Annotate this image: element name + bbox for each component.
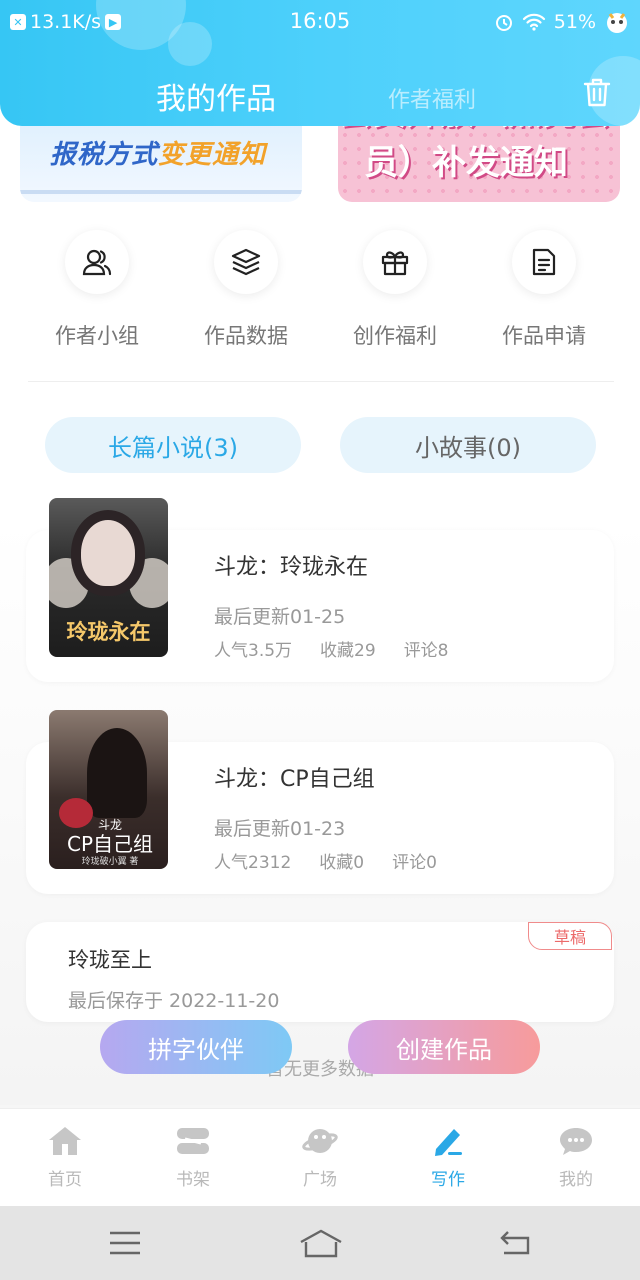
quick-work-apply[interactable]: 作品申请 [474,230,614,350]
tab-home[interactable]: 首页 [15,1123,115,1190]
page-body: 报税方式变更通知 会员开放（点亮会 员）补发通知 作者小组 [0,0,640,1105]
gift-icon [363,230,427,294]
system-navigation-bar [0,1206,640,1280]
draft-saved-time: 最后保存于 2022-11-20 [68,990,280,1012]
chat-bubble-icon [556,1123,596,1159]
layers-icon [214,230,278,294]
book-comments: 评论0 [392,853,437,873]
bottom-tab-bar: 首页 书架 广场 写作 我的 [0,1108,640,1207]
tab-my-works[interactable]: 我的作品 [156,74,276,118]
people-icon [65,230,129,294]
book-popularity: 人气3.5万 [214,641,293,661]
quick-label: 创作福利 [353,324,437,348]
book-favorites: 收藏29 [320,641,376,661]
banner-stripe [20,190,302,194]
banner-tax-text: 报税方式变更通知 [50,140,267,170]
tab-label: 广场 [303,1170,337,1190]
tab-label: 我的 [559,1170,593,1190]
battery-level: 51% [553,11,596,33]
document-icon [512,230,576,294]
book-updated: 最后更新01-23 [214,818,346,840]
tab-label: 写作 [431,1170,465,1190]
book-stats: 人气3.5万 收藏29 评论8 [214,636,477,661]
home-button-icon[interactable] [299,1228,343,1258]
tab-writing[interactable]: 写作 [398,1123,498,1190]
alarm-icon [495,15,512,31]
status-bar: ✕ 13.1K/s ▶ 16:05 51% [0,0,640,44]
quick-label: 作品数据 [204,324,288,348]
back-icon[interactable] [498,1228,532,1256]
cover-title: 玲珑永在 [66,620,151,644]
no-more-data: 暂无更多数据 [266,1059,374,1080]
tab-author-welfare[interactable]: 作者福利 [388,82,476,114]
tab-label: 首页 [48,1170,82,1190]
quick-work-data[interactable]: 作品数据 [176,230,316,350]
book-updated: 最后更新01-25 [214,606,346,628]
book-title[interactable]: 斗龙：CP自己组 [214,761,375,793]
wifi-icon [522,13,545,31]
tab-label: 书架 [176,1170,210,1190]
quick-author-group[interactable]: 作者小组 [27,230,167,350]
bookshelf-icon [173,1123,213,1159]
home-icon [45,1123,85,1159]
trash-icon[interactable] [582,76,612,108]
draft-badge: 草稿 [528,922,612,950]
tab-bookshelf[interactable]: 书架 [143,1123,243,1190]
tab-long-novel[interactable]: 长篇小说(3) [45,417,301,473]
cover-art [81,520,135,586]
app-header: ✕ 13.1K/s ▶ 16:05 51% 我的作品 作者福利 [0,0,640,126]
book-title[interactable]: 斗龙：玲珑永在 [214,549,368,581]
quick-label: 作者小组 [55,324,139,348]
create-work-button[interactable]: 创建作品 [348,1020,540,1074]
book-popularity: 人气2312 [214,853,292,873]
pen-icon [428,1123,468,1159]
tab-mine[interactable]: 我的 [526,1123,626,1190]
quick-creation-welfare[interactable]: 创作福利 [325,230,465,350]
draft-title[interactable]: 玲珑至上 [68,944,152,974]
writing-partner-button[interactable]: 拼字伙伴 [100,1020,292,1074]
mascot-icon [607,13,627,33]
menu-icon[interactable] [108,1230,142,1256]
header-tabs: 我的作品 作者福利 [0,74,640,117]
cover-art [87,728,147,818]
quick-label: 作品申请 [502,324,586,348]
book-stats: 人气2312 收藏0 评论0 [214,848,465,873]
tab-short-story[interactable]: 小故事(0) [340,417,596,473]
tab-square[interactable]: 广场 [270,1123,370,1190]
quick-actions: 作者小组 作品数据 创作福利 作品申请 [0,230,640,350]
divider [28,381,614,382]
cover-art [129,558,168,608]
book-favorites: 收藏0 [319,853,365,873]
cover-author: 玲珑破小翼 著 [81,857,139,867]
planet-icon [300,1123,340,1159]
book-cover[interactable]: 斗龙 CP自己组 玲珑破小翼 著 [49,710,168,869]
banner-member-line2: 员）补发通知 [364,143,568,183]
book-cover[interactable]: 玲珑永在 [49,498,168,657]
book-comments: 评论8 [403,641,449,661]
cover-title: CP自己组 [66,832,154,856]
